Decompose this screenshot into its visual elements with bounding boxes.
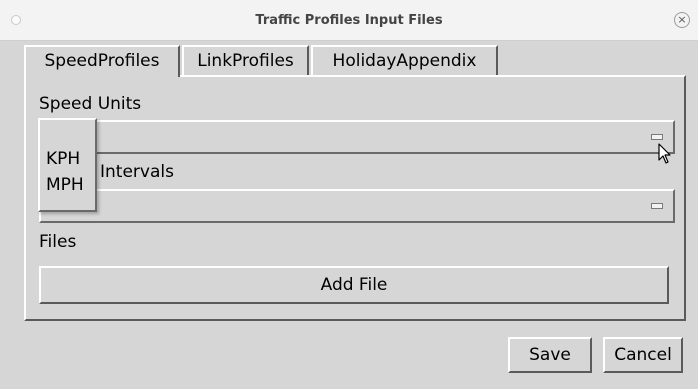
- tab-holiday-appendix-label: HolidayAppendix: [332, 51, 477, 71]
- combo-handle-icon: [651, 203, 663, 209]
- intervals-select[interactable]: [39, 189, 675, 223]
- speed-units-option-kph[interactable]: KPH: [46, 149, 80, 169]
- add-file-button[interactable]: Add File: [39, 266, 669, 304]
- speed-units-select[interactable]: [39, 120, 675, 154]
- cancel-button-label: Cancel: [614, 345, 672, 365]
- close-icon[interactable]: ×: [674, 12, 690, 28]
- tab-speed-profiles[interactable]: SpeedProfiles: [24, 45, 180, 77]
- tab-speed-profiles-label: SpeedProfiles: [44, 51, 160, 71]
- add-file-button-label: Add File: [320, 275, 388, 295]
- cancel-button[interactable]: Cancel: [603, 337, 683, 373]
- speed-units-option-mph[interactable]: MPH: [46, 175, 84, 195]
- window-title: Traffic Profiles Input Files: [255, 13, 443, 28]
- save-button-label: Save: [529, 345, 571, 365]
- title-bar: Traffic Profiles Input Files ×: [0, 0, 698, 41]
- speed-units-dropdown-menu: KPH MPH: [38, 118, 97, 212]
- intervals-label: Intervals: [100, 162, 174, 182]
- tab-link-profiles-label: LinkProfiles: [197, 51, 294, 71]
- speed-units-label: Speed Units: [39, 94, 142, 114]
- tab-link-profiles[interactable]: LinkProfiles: [182, 45, 309, 75]
- files-label: Files: [39, 232, 77, 252]
- tab-holiday-appendix[interactable]: HolidayAppendix: [311, 45, 498, 75]
- combo-handle-icon: [651, 134, 663, 140]
- dialog-window: Traffic Profiles Input Files × SpeedProf…: [0, 0, 698, 389]
- save-button[interactable]: Save: [508, 337, 592, 373]
- mouse-pointer-icon: [658, 143, 671, 164]
